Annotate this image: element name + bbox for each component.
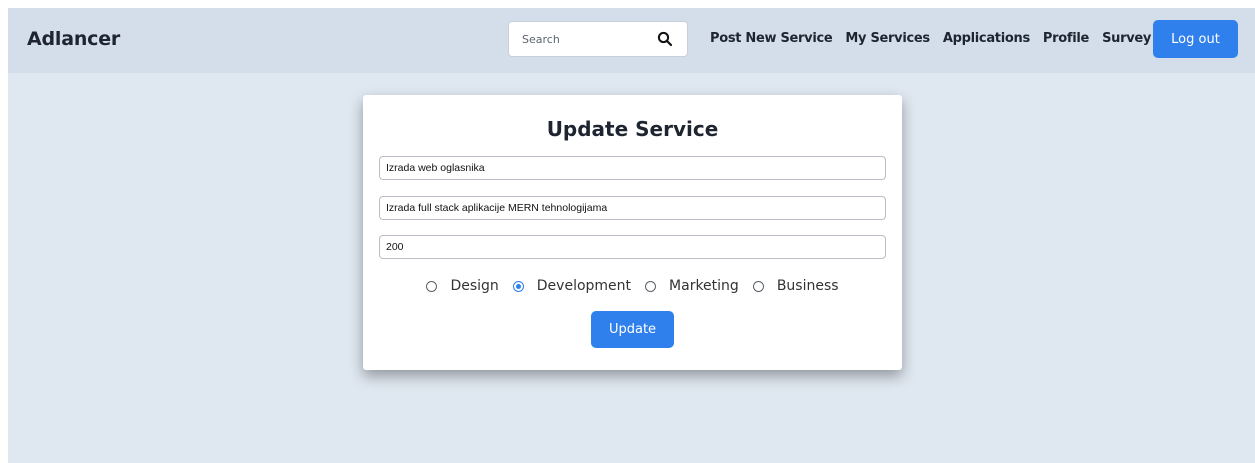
category-option-design[interactable]: Design (426, 278, 499, 294)
radio-button-design[interactable] (426, 280, 438, 292)
category-option-marketing[interactable]: Marketing (645, 278, 739, 294)
update-button[interactable]: Update (591, 311, 674, 348)
navbar: Adlancer Post New Service My Services Ap… (8, 8, 1255, 73)
category-label-development: Development (536, 278, 632, 294)
nav-link-my-services[interactable]: My Services (845, 31, 930, 46)
nav-link-post-new-service[interactable]: Post New Service (710, 31, 833, 46)
nav-link-profile[interactable]: Profile (1043, 31, 1089, 46)
radio-button-development[interactable] (512, 280, 524, 292)
category-option-business[interactable]: Business (752, 278, 839, 294)
search-input[interactable] (510, 23, 652, 55)
update-service-card: Update Service Design Development Market… (363, 95, 902, 370)
category-label-marketing: Marketing (669, 278, 739, 294)
nav-link-applications[interactable]: Applications (943, 31, 1030, 46)
search-box (508, 21, 688, 57)
logout-button[interactable]: Log out (1153, 20, 1238, 58)
radio-button-marketing[interactable] (645, 280, 657, 292)
category-option-development[interactable]: Development (512, 278, 632, 294)
category-label-business: Business (776, 278, 839, 294)
page-title: Update Service (546, 117, 719, 141)
service-price-field[interactable] (379, 235, 886, 259)
search-icon[interactable] (657, 31, 673, 47)
brand-logo[interactable]: Adlancer (27, 28, 120, 50)
service-description-field[interactable] (379, 196, 886, 220)
category-label-design: Design (450, 278, 499, 294)
page-background: Adlancer Post New Service My Services Ap… (8, 8, 1255, 463)
nav-links: Post New Service My Services Application… (710, 31, 1164, 46)
radio-button-business[interactable] (752, 280, 764, 292)
nav-link-survey[interactable]: Survey (1102, 31, 1151, 46)
category-radio-group: Design Development Marketing Business (363, 278, 902, 294)
service-name-field[interactable] (379, 156, 886, 180)
